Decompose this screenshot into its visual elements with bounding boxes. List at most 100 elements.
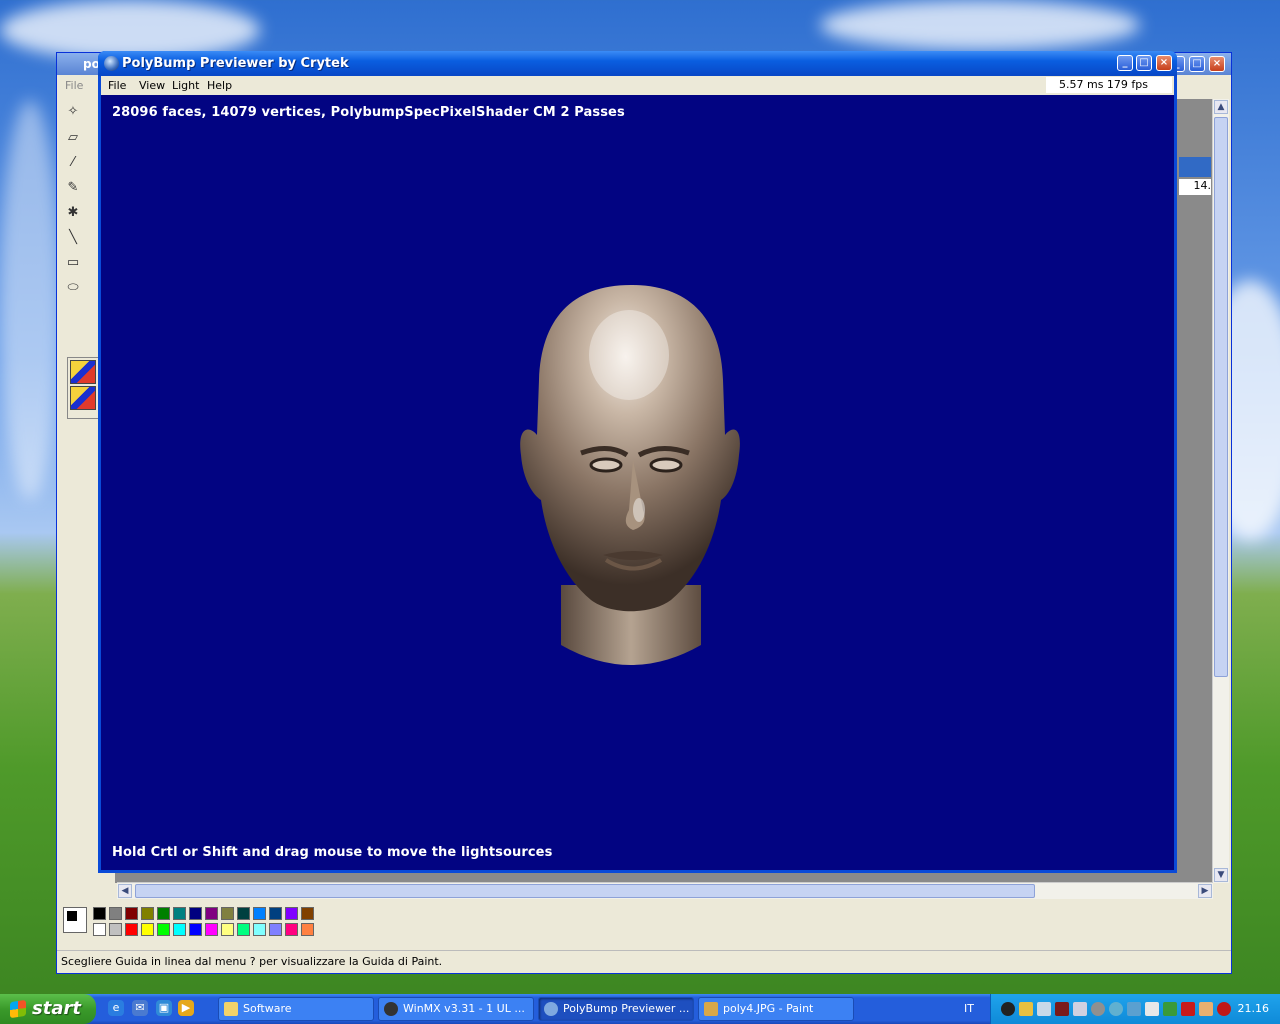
polybump-titlebar[interactable]: PolyBump Previewer by Crytek _ □ × (98, 51, 1177, 76)
scroll-left-icon[interactable]: ◀ (118, 884, 132, 898)
taskbar: start e ✉ ▣ ▶ Software WinMX v3.31 - 1 U… (0, 994, 1280, 1024)
task-paint[interactable]: poly4.JPG - Paint (698, 997, 854, 1021)
battery-tray-icon[interactable] (1163, 1002, 1177, 1016)
ellipse-icon[interactable]: ⬭ (63, 277, 83, 299)
color-swatch[interactable] (301, 907, 314, 920)
paint-statusbar: Scegliere Guida in linea dal menu ? per … (57, 950, 1231, 973)
fps-readout: 5.57 ms 179 fps (1046, 77, 1172, 93)
color-swatch[interactable] (301, 923, 314, 936)
scroll-right-icon[interactable]: ▶ (1198, 884, 1212, 898)
rectangle-icon[interactable]: ▭ (63, 252, 83, 274)
windows-logo-icon (10, 999, 26, 1019)
polybump-app-icon (104, 56, 119, 71)
task-polybump[interactable]: PolyBump Previewer ... (538, 997, 694, 1021)
color-swatch[interactable] (125, 907, 138, 920)
scroll-up-icon[interactable]: ▲ (1214, 100, 1228, 114)
monitor-tray-icon[interactable] (1055, 1002, 1069, 1016)
color-swatch[interactable] (157, 907, 170, 920)
color-swatch[interactable] (173, 923, 186, 936)
status-text: Scegliere Guida in linea dal menu ? per … (61, 955, 443, 968)
3d-head-model (520, 285, 740, 665)
scroll-thumb[interactable] (135, 884, 1035, 898)
security-tray-icon[interactable] (1199, 1002, 1213, 1016)
color-swatch[interactable] (189, 907, 202, 920)
color-swatch[interactable] (285, 923, 298, 936)
pencil-icon[interactable]: ✎ (63, 177, 83, 199)
color-swatch[interactable] (93, 907, 106, 920)
3d-viewport[interactable]: 28096 faces, 14079 vertices, PolybumpSpe… (101, 95, 1174, 870)
usb-tray-icon[interactable] (1145, 1002, 1159, 1016)
vertical-scrollbar[interactable]: ▲ ▼ (1212, 99, 1229, 883)
color-swatch[interactable] (93, 923, 106, 936)
color-picker-icon[interactable]: ⁄ (63, 152, 83, 174)
minimize-button[interactable]: _ (1117, 55, 1133, 71)
menu-file[interactable]: File (108, 79, 126, 92)
folder-icon (224, 1002, 238, 1016)
sync-tray-icon[interactable] (1109, 1002, 1123, 1016)
scroll-thumb[interactable] (1214, 117, 1228, 677)
free-select-icon[interactable]: ✧ (63, 101, 83, 123)
line-icon[interactable]: ╲ (63, 227, 83, 249)
selection-strip (1179, 157, 1211, 177)
color-swatch[interactable] (173, 907, 186, 920)
menu-light[interactable]: Light (172, 79, 199, 92)
airbrush-icon[interactable]: ✱ (63, 202, 83, 224)
close-button[interactable]: × (1156, 55, 1172, 71)
tool-options-box[interactable] (67, 357, 99, 419)
language-indicator[interactable]: IT (964, 1002, 974, 1015)
color-swatch[interactable] (141, 907, 154, 920)
color-swatch[interactable] (109, 923, 122, 936)
color-swatch[interactable] (157, 923, 170, 936)
start-button[interactable]: start (0, 994, 96, 1024)
hint-line: Hold Crtl or Shift and drag mouse to mov… (112, 845, 553, 860)
polybump-menubar: File View Light Help 5.57 ms 179 fps (101, 76, 1174, 95)
color-swatch[interactable] (237, 923, 250, 936)
display-tray-icon[interactable] (1073, 1002, 1087, 1016)
color-swatch[interactable] (285, 907, 298, 920)
color-swatch[interactable] (269, 923, 282, 936)
volume-icon[interactable] (1091, 1002, 1105, 1016)
polybump-icon (544, 1002, 558, 1016)
color-swatch[interactable] (237, 907, 250, 920)
menu-file[interactable]: File (65, 79, 83, 92)
ie-icon[interactable]: e (108, 1000, 124, 1016)
show-desktop-icon[interactable]: ▣ (156, 1000, 172, 1016)
color-swatch[interactable] (269, 907, 282, 920)
task-winmx[interactable]: WinMX v3.31 - 1 UL ... (378, 997, 534, 1021)
task-software[interactable]: Software (218, 997, 374, 1021)
outlook-icon[interactable]: ✉ (132, 1000, 148, 1016)
color-swatch[interactable] (109, 907, 122, 920)
ati-tray-icon[interactable] (1181, 1002, 1195, 1016)
scroll-down-icon[interactable]: ▼ (1214, 868, 1228, 882)
cloud (0, 100, 60, 500)
close-button[interactable]: × (1209, 56, 1225, 72)
registered-tray-icon[interactable] (1217, 1002, 1231, 1016)
eraser-icon[interactable]: ▱ (63, 127, 83, 149)
polybump-window[interactable]: PolyBump Previewer by Crytek _ □ × File … (98, 51, 1177, 873)
color-swatch[interactable] (253, 923, 266, 936)
menu-help[interactable]: Help (207, 79, 232, 92)
current-colors[interactable] (63, 907, 87, 933)
color-swatch[interactable] (221, 923, 234, 936)
maximize-button[interactable]: □ (1189, 56, 1205, 72)
connection-tray-icon[interactable] (1127, 1002, 1141, 1016)
color-swatch[interactable] (221, 907, 234, 920)
network-icon[interactable] (1019, 1002, 1033, 1016)
tool-tray-icon[interactable] (1037, 1002, 1051, 1016)
field-value: 14. (1179, 179, 1211, 195)
color-swatch[interactable] (189, 923, 202, 936)
menu-view[interactable]: View (139, 79, 165, 92)
color-swatch[interactable] (125, 923, 138, 936)
system-tray: 21.16 (990, 994, 1280, 1024)
color-swatch[interactable] (141, 923, 154, 936)
winmx-icon (384, 1002, 398, 1016)
maximize-button[interactable]: □ (1136, 55, 1152, 71)
color-swatch[interactable] (205, 923, 218, 936)
info-line: 28096 faces, 14079 vertices, PolybumpSpe… (112, 105, 625, 120)
color-swatch[interactable] (253, 907, 266, 920)
cloud (820, 0, 1140, 50)
color-swatch[interactable] (205, 907, 218, 920)
horizontal-scrollbar[interactable]: ◀ ▶ (117, 882, 1213, 899)
winmx-tray-icon[interactable] (1001, 1002, 1015, 1016)
media-player-icon[interactable]: ▶ (178, 1000, 194, 1016)
